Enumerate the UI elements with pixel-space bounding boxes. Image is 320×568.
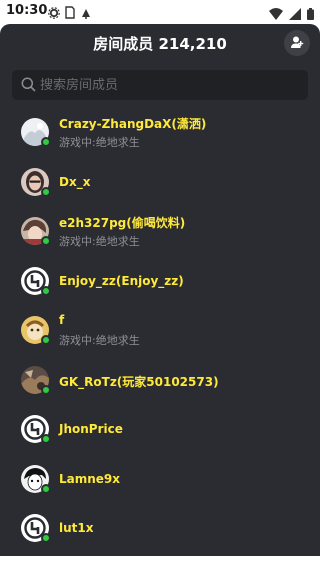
avatar[interactable] (21, 415, 51, 444)
member-item[interactable]: GK_RoTz(玩家50102573) (0, 356, 320, 406)
member-name: lut1x (59, 521, 94, 535)
avatar[interactable] (21, 514, 51, 543)
member-item[interactable]: f 游戏中:绝地求生 (0, 306, 320, 356)
member-name: Crazy-ZhangDaX(潇洒) (59, 117, 207, 131)
member-item[interactable]: e2h327pg(偷喝饮料) 游戏中:绝地求生 (0, 207, 320, 257)
member-name: GK_RoTz(玩家50102573) (59, 374, 219, 389)
avatar[interactable] (21, 167, 51, 197)
member-item[interactable]: Enjoy_zz(Enjoy_zz) (0, 257, 320, 307)
member-list: Crazy-ZhangDaX(潇洒) 游戏中:绝地求生 Dx_x e2h327p… (0, 108, 320, 554)
add-member-button[interactable] (284, 30, 310, 56)
system-nav-bar (0, 556, 320, 568)
online-status-dot (41, 186, 51, 197)
online-status-dot (41, 236, 51, 246)
member-name: Enjoy_zz(Enjoy_zz) (59, 273, 184, 288)
status-bar: 10:30 (0, 0, 320, 24)
member-status: 游戏中:绝地求生 (59, 235, 140, 248)
member-name: Dx_x (59, 174, 91, 189)
member-name: e2h327pg(偷喝饮料) (59, 216, 186, 230)
member-status: 游戏中:绝地求生 (59, 334, 140, 347)
member-item[interactable]: Lamne9x (0, 455, 320, 505)
avatar[interactable] (21, 464, 51, 494)
status-right-icons (269, 5, 314, 24)
status-left-icons (48, 4, 92, 23)
member-status: 游戏中:绝地求生 (59, 136, 140, 149)
member-name: f (59, 313, 65, 327)
android-notify-icon (80, 4, 92, 23)
page-title: 房间成员 214,210 (93, 35, 227, 53)
online-status-dot (41, 335, 51, 345)
member-name: Lamne9x (59, 471, 121, 486)
online-status-dot (41, 137, 51, 147)
settings-icon (48, 4, 60, 23)
avatar[interactable] (21, 217, 51, 246)
room-members-panel: 房间成员 214,210 Crazy-ZhangDaX(潇洒) 游戏中:绝地求生 (0, 24, 320, 556)
search-box[interactable] (12, 70, 308, 100)
online-status-dot (41, 533, 51, 543)
member-item[interactable]: Dx_x (0, 158, 320, 208)
avatar[interactable] (21, 365, 51, 395)
member-item[interactable]: Crazy-ZhangDaX(潇洒) 游戏中:绝地求生 (0, 108, 320, 158)
search-input[interactable] (40, 70, 300, 100)
status-time: 10:30 (6, 3, 48, 18)
online-status-dot (41, 285, 51, 296)
member-name: JhonPrice (59, 422, 123, 436)
signal-icon (289, 5, 301, 24)
sim-card-icon (65, 4, 75, 23)
member-item[interactable]: lut1x (0, 504, 320, 554)
battery-icon (307, 5, 314, 24)
online-status-dot (41, 434, 51, 444)
avatar[interactable] (21, 266, 51, 296)
avatar[interactable] (21, 316, 51, 345)
wifi-icon (269, 5, 283, 24)
online-status-dot (41, 384, 51, 395)
member-item[interactable]: JhonPrice (0, 405, 320, 455)
avatar[interactable] (21, 118, 51, 147)
online-status-dot (41, 483, 51, 494)
search-icon (21, 77, 36, 96)
header: 房间成员 214,210 (0, 24, 320, 62)
person-add-icon (290, 34, 304, 53)
